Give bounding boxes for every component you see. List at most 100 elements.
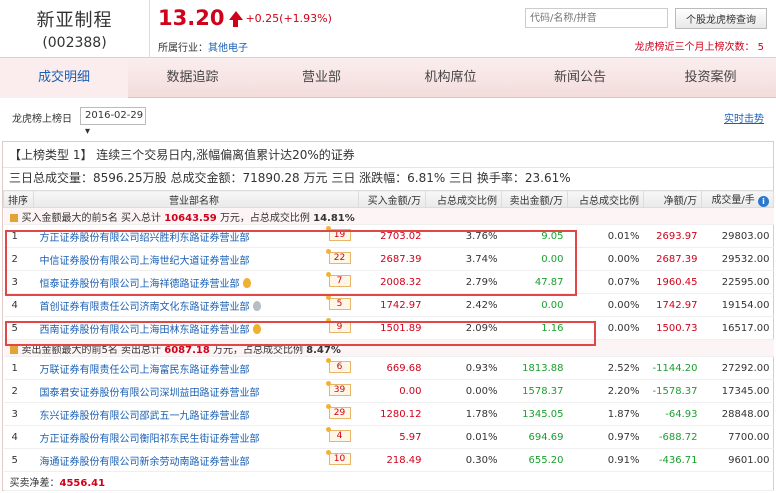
badge-wrap: 29	[325, 403, 353, 419]
table-row[interactable]: 2 国泰君安证券股份有限公司深圳益田路证券营业部 39 0.00 0.00% 1578.3…	[3, 379, 774, 403]
badge-wrap: 22	[325, 248, 353, 264]
branch-link[interactable]: 首创证券有限责任公司济南文化东路证券营业部	[40, 302, 250, 313]
buy-section-cell: 买入金额最大的前5名 买入总计 10643.59 万元，占总成交比例 14.81…	[3, 207, 774, 225]
branch-link[interactable]: 国泰君安证券股份有限公司深圳益田路证券营业部	[40, 388, 260, 399]
rank-badge[interactable]: 6	[325, 357, 351, 373]
col-header-buy-pct[interactable]: 占总成交比例	[425, 190, 502, 208]
table-row[interactable]: 1 万联证券有限责任公司上海富民东路证券营业部 6 669.68 0.93% 1813.8…	[3, 356, 774, 380]
row-sell-pct: 0.00%	[567, 247, 644, 271]
col-header-buy[interactable]: 买入金额/万	[358, 190, 426, 208]
price-block: 13.20 +0.25(+1.93%)	[158, 6, 332, 30]
rank-badge[interactable]: 7	[325, 271, 351, 287]
row-branch-cell: 国泰君安证券股份有限公司深圳益田路证券营业部 39	[33, 379, 359, 403]
info-icon[interactable]: i	[758, 196, 769, 207]
price-up-arrow-stem-icon	[232, 19, 238, 27]
tab-data-tracking[interactable]: 数据追踪	[128, 58, 257, 98]
col-header-sell-pct[interactable]: 占总成交比例	[567, 190, 644, 208]
sell-section-total: 6087.18	[164, 344, 210, 356]
table-row[interactable]: 4 方正证券股份有限公司衡阳祁东民生街证券营业部 4 5.97 0.01% 694.69 0…	[3, 425, 774, 449]
stock-identity: 新亚制程 (002388)	[0, 0, 150, 58]
row-rank: 3	[3, 402, 34, 426]
col-header-rank[interactable]: 排序	[3, 190, 34, 208]
badge-wrap: 6	[325, 357, 353, 373]
realtime-link[interactable]: 实时击势	[724, 110, 764, 125]
col-header-branch[interactable]: 营业部名称	[33, 190, 359, 208]
buy-section-pct: 14.81%	[313, 212, 355, 224]
badge-wrap: 10	[325, 449, 353, 465]
rank-badge[interactable]: 39	[325, 380, 351, 396]
price-up-arrow-icon	[228, 10, 243, 20]
rank-badge[interactable]: 5	[325, 294, 351, 310]
row-volume: 22595.00	[701, 270, 774, 294]
stock-name: 新亚制程	[36, 10, 113, 31]
row-buy-pct: 3.74%	[425, 247, 502, 271]
branch-link[interactable]: 方正证券股份有限公司绍兴胜利东路证券营业部	[40, 233, 250, 244]
badge-wrap: 19	[325, 225, 353, 241]
row-sell-pct: 0.07%	[567, 270, 644, 294]
rank-badge[interactable]: 4	[325, 426, 351, 442]
search-button[interactable]: 个股龙虎榜查询	[675, 8, 767, 29]
buy-section-prefix: 买入金额最大的前5名 买入总计	[21, 212, 162, 224]
search-input[interactable]	[525, 8, 668, 28]
tab-institution-seats[interactable]: 机构席位	[386, 58, 515, 98]
sell-section-pct: 8.47%	[306, 344, 341, 356]
badge-wrap: 7	[325, 271, 353, 287]
date-toolbar: 龙虎榜上榜日 2016-02-29 ▾ 实时击势	[0, 98, 776, 137]
branch-table: 排序 营业部名称 买入金额/万 占总成交比例 卖出金额/万 占总成交比例 净额/…	[3, 190, 774, 491]
sell-section-prefix: 卖出金额最大的前5名 卖出总计	[21, 344, 162, 356]
row-buy-pct: 0.01%	[425, 425, 502, 449]
row-buy-pct: 2.79%	[425, 270, 502, 294]
rank-badge[interactable]: 19	[325, 225, 351, 241]
branch-link[interactable]: 方正证券股份有限公司衡阳祁东民生街证券营业部	[40, 434, 260, 445]
col-header-net[interactable]: 净额/万	[643, 190, 702, 208]
row-sell-pct: 0.97%	[567, 425, 644, 449]
rank-count-info: 龙虎榜近三个月上榜次数： 5	[634, 42, 764, 53]
date-select[interactable]: 2016-02-29 ▾	[80, 107, 146, 137]
row-buy: 218.49	[358, 448, 426, 472]
table-row[interactable]: 4 首创证券有限责任公司济南文化东路证券营业部 5 1742.97 2.42% 0.00 0…	[3, 293, 774, 317]
sell-section-icon	[9, 345, 18, 354]
row-sell: 0.00	[501, 247, 568, 271]
table-row[interactable]: 3 恒泰证券股份有限公司上海祥德路证券营业部 7 2008.32 2.79% 47.87 0…	[3, 270, 774, 294]
rank-badge[interactable]: 29	[325, 403, 351, 419]
branch-link[interactable]: 海通证券股份有限公司新余劳动南路证券营业部	[40, 457, 250, 468]
industry-info: 所属行业：其他电子	[158, 39, 248, 54]
row-branch-cell: 方正证券股份有限公司绍兴胜利东路证券营业部 19	[33, 224, 359, 248]
col-header-sell[interactable]: 卖出金额/万	[501, 190, 568, 208]
branch-link[interactable]: 万联证券有限责任公司上海富民东路证券营业部	[40, 365, 250, 376]
sell-section-cell: 卖出金额最大的前5名 卖出总计 6087.18 万元，占总成交比例 8.47%	[3, 339, 774, 357]
col-header-volume-th[interactable]: 成交量/手 i	[701, 190, 774, 208]
row-buy-pct: 0.30%	[425, 448, 502, 472]
tab-cases[interactable]: 投资案例	[645, 58, 776, 98]
rank-badge[interactable]: 10	[325, 449, 351, 465]
tab-news[interactable]: 新闻公告	[515, 58, 645, 98]
badge-wrap: 4	[325, 426, 353, 442]
branch-link[interactable]: 恒泰证券股份有限公司上海祥德路证券营业部	[40, 279, 240, 290]
branch-link[interactable]: 中信证券股份有限公司上海世纪大道证券营业部	[40, 256, 250, 267]
table-row[interactable]: 1 方正证券股份有限公司绍兴胜利东路证券营业部 19 2703.02 3.76% 9.05…	[3, 224, 774, 248]
row-rank: 2	[3, 379, 34, 403]
table-row[interactable]: 2 中信证券股份有限公司上海世纪大道证券营业部 22 2687.39 3.74% 0.00…	[3, 247, 774, 271]
row-branch-cell: 万联证券有限责任公司上海富民东路证券营业部 6	[33, 356, 359, 380]
table-row[interactable]: 5 海通证券股份有限公司新余劳动南路证券营业部 10 218.49 0.30% 655.2…	[3, 448, 774, 472]
row-buy-pct: 2.09%	[425, 316, 502, 340]
row-rank: 1	[3, 224, 34, 248]
stock-price: 13.20	[158, 6, 225, 30]
sell-section-row: 卖出金额最大的前5名 卖出总计 6087.18 万元，占总成交比例 8.47%	[3, 339, 774, 357]
table-row[interactable]: 3 东兴证券股份有限公司邵武五一九路证券营业部 29 1280.12 1.78% 1345…	[3, 402, 774, 426]
branch-link[interactable]: 东兴证券股份有限公司邵武五一九路证券营业部	[40, 411, 250, 422]
branch-link[interactable]: 西南证券股份有限公司上海田林东路证券营业部	[40, 325, 250, 336]
table-header-row: 排序 营业部名称 买入金额/万 占总成交比例 卖出金额/万 占总成交比例 净额/…	[3, 190, 774, 208]
table-row[interactable]: 5 西南证券股份有限公司上海田林东路证券营业部 9 1501.89 2.09% 1.16 0…	[3, 316, 774, 340]
rank-badge[interactable]: 9	[325, 317, 351, 333]
row-net: 1960.45	[643, 270, 702, 294]
row-buy: 0.00	[358, 379, 426, 403]
tab-trade-details[interactable]: 成交明细	[0, 58, 128, 98]
row-branch-cell: 首创证券有限责任公司济南文化东路证券营业部 5	[33, 293, 359, 317]
rank-badge[interactable]: 22	[325, 248, 351, 264]
row-buy-pct: 2.42%	[425, 293, 502, 317]
col-header-volume: 成交量/手	[711, 195, 755, 206]
tab-branches[interactable]: 营业部	[257, 58, 386, 98]
industry-link[interactable]: 其他电子	[208, 43, 248, 54]
stock-header: 新亚制程 (002388) 13.20 +0.25(+1.93%) 所属行业：其…	[0, 0, 776, 58]
